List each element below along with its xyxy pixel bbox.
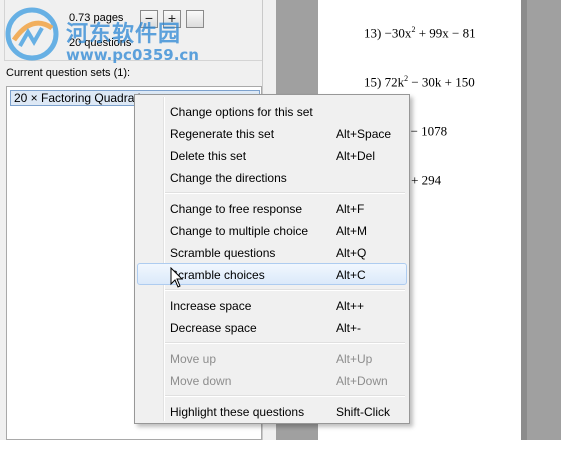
menu-item-label: Delete this set bbox=[170, 149, 247, 163]
menu-item-increase-space[interactable]: Increase space Alt++ bbox=[137, 294, 407, 316]
menu-item-label: Change to free response bbox=[170, 202, 303, 216]
menu-separator bbox=[165, 395, 405, 397]
problem-expression-end: − 30k + 150 bbox=[408, 74, 475, 90]
question-sets-label: Current question sets (1): bbox=[6, 67, 131, 79]
menu-item-regenerate[interactable]: Regenerate this set Alt+Space bbox=[137, 122, 407, 144]
watermark-logo-icon bbox=[5, 7, 59, 61]
page-shadow bbox=[521, 0, 527, 440]
problem-number: 15) bbox=[364, 74, 382, 90]
menu-item-decrease-space[interactable]: Decrease space Alt+- bbox=[137, 316, 407, 338]
menu-item-label: Regenerate this set bbox=[170, 127, 275, 141]
problem-item: 15) 72k2 − 30k + 150 bbox=[364, 74, 475, 90]
menu-item-label: Change the directions bbox=[170, 171, 287, 185]
context-menu: Change options for this set Regenerate t… bbox=[134, 94, 410, 424]
problem-expression-start: −30x bbox=[384, 25, 412, 41]
menu-item-label: Highlight these questions bbox=[170, 405, 305, 419]
menu-item-delete-set[interactable]: Delete this set Alt+Del bbox=[137, 144, 407, 166]
menu-item-shortcut: Alt+- bbox=[336, 321, 362, 335]
watermark-title: 河东软件园 bbox=[66, 22, 182, 47]
menu-item-shortcut: Alt+Q bbox=[336, 246, 367, 260]
menu-item-shortcut: Alt++ bbox=[336, 299, 365, 313]
menu-item-shortcut: Alt+Space bbox=[336, 127, 392, 141]
menu-item-label: Increase space bbox=[170, 299, 252, 313]
menu-item-label: Move up bbox=[170, 352, 217, 366]
menu-item-shortcut: Alt+Del bbox=[336, 149, 376, 163]
menu-item-label: Change to multiple choice bbox=[170, 224, 309, 238]
menu-item-shortcut: Alt+F bbox=[336, 202, 365, 216]
menu-item-free-response[interactable]: Change to free response Alt+F bbox=[137, 197, 407, 219]
menu-item-move-up: Move up Alt+Up bbox=[137, 347, 407, 369]
menu-item-shortcut: Shift-Click bbox=[336, 405, 391, 419]
menu-item-shortcut: Alt+Up bbox=[336, 352, 373, 366]
menu-separator bbox=[165, 192, 405, 194]
menu-item-change-options[interactable]: Change options for this set bbox=[137, 100, 407, 122]
problem-number: 13) bbox=[364, 25, 382, 41]
menu-item-shortcut: Alt+C bbox=[336, 268, 366, 282]
menu-item-shortcut: Alt+Down bbox=[336, 374, 388, 388]
menu-item-highlight-questions[interactable]: Highlight these questions Shift-Click bbox=[137, 400, 407, 422]
menu-item-label: Scramble questions bbox=[170, 246, 276, 260]
problem-item: 13) −30x2 + 99x − 81 bbox=[364, 25, 476, 41]
menu-separator bbox=[165, 342, 405, 344]
menu-item-multiple-choice[interactable]: Change to multiple choice Alt+M bbox=[137, 219, 407, 241]
menu-item-change-directions[interactable]: Change the directions bbox=[137, 166, 407, 188]
menu-item-label: Decrease space bbox=[170, 321, 257, 335]
menu-separator bbox=[165, 289, 405, 291]
menu-item-move-down: Move down Alt+Down bbox=[137, 369, 407, 391]
menu-item-label: Scramble choices bbox=[170, 268, 265, 282]
watermark-url: www.pc0359.cn bbox=[66, 46, 199, 64]
menu-item-label: Move down bbox=[170, 374, 232, 388]
problem-expression-end: + 99x − 81 bbox=[415, 25, 476, 41]
mouse-pointer-icon bbox=[170, 267, 184, 288]
menu-item-scramble-questions[interactable]: Scramble questions Alt+Q bbox=[137, 241, 407, 263]
menu-item-shortcut: Alt+M bbox=[336, 224, 368, 238]
watermark: 河东软件园 www.pc0359.cn bbox=[4, 6, 214, 66]
menu-item-label: Change options for this set bbox=[170, 105, 313, 119]
problem-expression-start: 72k bbox=[384, 74, 405, 90]
